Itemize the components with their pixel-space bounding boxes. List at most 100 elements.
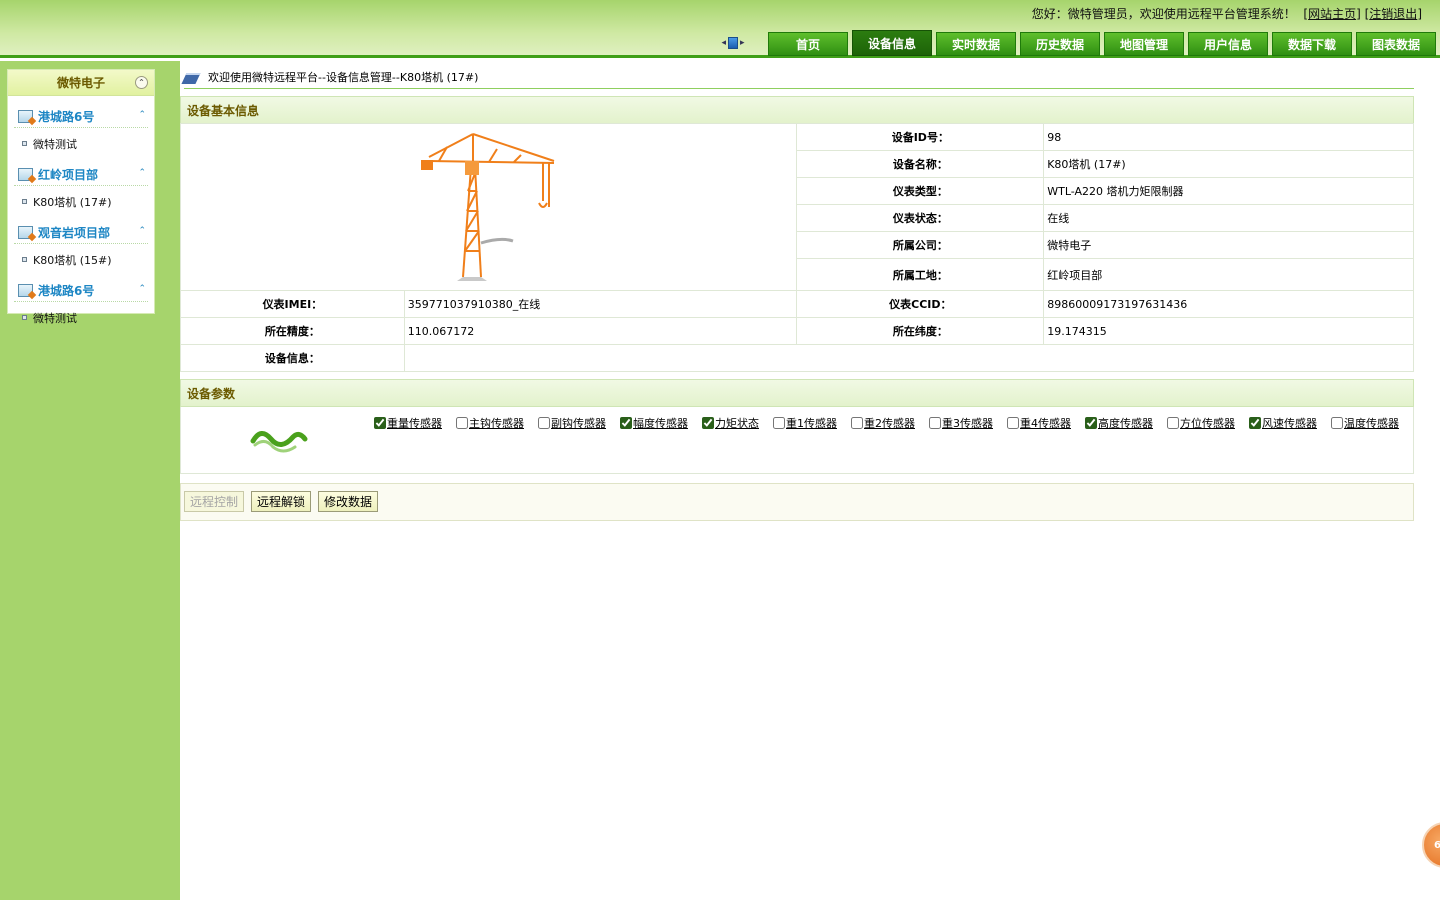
basic-info-header: 设备基本信息 <box>180 96 1414 124</box>
book-icon <box>184 71 202 83</box>
sidebar: 微特电子 ⌃ 港城路6号 ⌃ 微特测试 红岭项目部 ⌃ K80塔机 (17#) <box>0 61 180 900</box>
sensor-checkbox[interactable] <box>1249 417 1261 429</box>
sensor-option[interactable]: 重3传感器 <box>926 415 993 431</box>
scroll-right-icon[interactable]: ▸ <box>740 38 745 48</box>
nav-scroll-control[interactable]: ◂ ▸ <box>720 35 746 51</box>
sensor-option[interactable]: 幅度传感器 <box>617 415 688 431</box>
bullet-icon <box>22 257 27 262</box>
longitude-label: 所在精度： <box>180 317 405 345</box>
sensor-label: 力矩状态 <box>715 417 759 430</box>
sidebar-item-label: K80塔机 (17#) <box>33 195 112 209</box>
sensor-checkbox[interactable] <box>1007 417 1019 429</box>
sidebar-group-header[interactable]: 红岭项目部 ⌃ <box>14 164 148 186</box>
sensor-label: 重3传感器 <box>942 417 993 430</box>
sensor-checkbox[interactable] <box>1167 417 1179 429</box>
sensor-option[interactable]: 重2传感器 <box>848 415 915 431</box>
tab-home[interactable]: 首页 <box>768 32 848 56</box>
logout-link[interactable]: 注销退出 <box>1369 7 1417 21</box>
sidebar-group-title: 港城路6号 <box>38 110 95 124</box>
tab-chart-data[interactable]: 图表数据 <box>1356 32 1436 56</box>
sidebar-item[interactable]: K80塔机 (15#) <box>14 249 148 270</box>
modify-data-button[interactable]: 修改数据 <box>318 491 379 512</box>
tab-data-download[interactable]: 数据下载 <box>1272 32 1352 56</box>
sidebar-group-title: 红岭项目部 <box>38 168 99 182</box>
latitude-label: 所在纬度： <box>796 317 1045 345</box>
collapse-arrow-icon[interactable]: ⌃ <box>138 284 146 294</box>
remote-unlock-button[interactable]: 远程解锁 <box>251 491 312 512</box>
tab-user-info[interactable]: 用户信息 <box>1188 32 1268 56</box>
sidebar-item[interactable]: K80塔机 (17#) <box>14 191 148 212</box>
sensor-option[interactable]: 重量传感器 <box>371 415 442 431</box>
sensor-checkbox[interactable] <box>702 417 714 429</box>
sensor-label: 重4传感器 <box>1020 417 1071 430</box>
sensor-option[interactable]: 重4传感器 <box>1004 415 1071 431</box>
bullet-icon <box>22 315 27 320</box>
params-panel: 重量传感器 主钩传感器 副钩传感器 幅度传感器 力矩状态 重1传感器 重2传感器… <box>180 407 1414 474</box>
sensor-checkbox[interactable] <box>1331 417 1343 429</box>
sensor-checkbox[interactable] <box>773 417 785 429</box>
sidebar-panel: 微特电子 ⌃ 港城路6号 ⌃ 微特测试 红岭项目部 ⌃ K80塔机 (17#) <box>7 69 155 325</box>
sensor-option[interactable]: 力矩状态 <box>699 415 759 431</box>
remote-control-button[interactable]: 远程控制 <box>184 491 245 512</box>
home-link[interactable]: 网站主页 <box>1308 7 1356 21</box>
sensor-checkbox[interactable] <box>620 417 632 429</box>
sensor-option[interactable]: 温度传感器 <box>1328 415 1399 431</box>
tab-map-management[interactable]: 地图管理 <box>1104 32 1184 56</box>
sensor-option[interactable]: 方位传感器 <box>1164 415 1235 431</box>
sensor-checkbox[interactable] <box>374 417 386 429</box>
crane-image-cell <box>179 123 798 291</box>
device-info-value <box>403 344 1415 372</box>
sidebar-group-title: 观音岩项目部 <box>38 226 111 240</box>
welcome-text: 您好：微特管理员，欢迎使用远程平台管理系统！ <box>1031 7 1296 21</box>
sensor-option[interactable]: 高度传感器 <box>1082 415 1153 431</box>
site-value: 红岭项目部 <box>1043 258 1414 291</box>
tab-history-data[interactable]: 历史数据 <box>1020 32 1100 56</box>
sensor-label: 温度传感器 <box>1344 417 1399 430</box>
edit-document-icon <box>18 284 33 297</box>
sensor-option[interactable]: 主钩传感器 <box>453 415 524 431</box>
sidebar-group-header[interactable]: 港城路6号 ⌃ <box>14 280 148 302</box>
sidebar-item[interactable]: 微特测试 <box>14 307 148 328</box>
tab-realtime-data[interactable]: 实时数据 <box>936 32 1016 56</box>
sensor-option[interactable]: 副钩传感器 <box>535 415 606 431</box>
sidebar-group-header[interactable]: 观音岩项目部 ⌃ <box>14 222 148 244</box>
sidebar-group: 红岭项目部 ⌃ K80塔机 (17#) <box>8 164 154 212</box>
main-nav: 首页 设备信息 实时数据 历史数据 地图管理 用户信息 数据下载 图表数据 <box>768 30 1436 56</box>
sensor-checkbox[interactable] <box>1085 417 1097 429</box>
collapse-arrow-icon[interactable]: ⌃ <box>138 168 146 178</box>
sensor-label: 高度传感器 <box>1098 417 1153 430</box>
ccid-value: 89860009173197631436 <box>1043 290 1414 318</box>
site-label: 所属工地： <box>796 258 1045 291</box>
sensor-checkbox[interactable] <box>851 417 863 429</box>
sidebar-group-header[interactable]: 港城路6号 ⌃ <box>14 106 148 128</box>
meter-type-label: 仪表类型： <box>796 177 1045 205</box>
sensor-checkbox[interactable] <box>538 417 550 429</box>
sensor-option[interactable]: 重1传感器 <box>770 415 837 431</box>
sensor-label: 重2传感器 <box>864 417 915 430</box>
params-header: 设备参数 <box>180 379 1414 407</box>
welcome-bar: 您好：微特管理员，欢迎使用远程平台管理系统！ [网站主页] [注销退出] <box>1031 7 1422 21</box>
sensor-label: 副钩传感器 <box>551 417 606 430</box>
device-info-label: 设备信息： <box>180 344 405 372</box>
sidebar-item-label: 微特测试 <box>33 137 77 151</box>
sensor-option[interactable]: 风速传感器 <box>1246 415 1317 431</box>
edit-document-icon <box>18 110 33 123</box>
sidebar-group: 观音岩项目部 ⌃ K80塔机 (15#) <box>8 222 154 270</box>
device-id-label: 设备ID号： <box>796 123 1045 151</box>
collapse-arrow-icon[interactable]: ⌃ <box>138 226 146 236</box>
sidebar-item[interactable]: 微特测试 <box>14 133 148 154</box>
device-info-table: 设备ID号： 98 设备名称： K80塔机 (17#) 仪表类型： WTL-A2… <box>179 123 1415 372</box>
meter-status-value: 在线 <box>1043 204 1414 232</box>
sidebar-group-title: 港城路6号 <box>38 284 95 298</box>
bullet-icon <box>22 141 27 146</box>
sensor-checkbox[interactable] <box>456 417 468 429</box>
top-header: 您好：微特管理员，欢迎使用远程平台管理系统！ [网站主页] [注销退出] ◂ ▸… <box>0 0 1440 58</box>
basic-info-title: 设备基本信息 <box>187 103 260 118</box>
tab-device-info[interactable]: 设备信息 <box>852 30 932 56</box>
sensor-checkbox[interactable] <box>929 417 941 429</box>
collapse-up-icon[interactable]: ⌃ <box>135 76 148 89</box>
collapse-arrow-icon[interactable]: ⌃ <box>138 110 146 120</box>
sidebar-item-label: 微特测试 <box>33 311 77 325</box>
imei-label: 仪表IMEI： <box>180 290 405 318</box>
scroll-left-icon[interactable]: ◂ <box>721 38 726 48</box>
